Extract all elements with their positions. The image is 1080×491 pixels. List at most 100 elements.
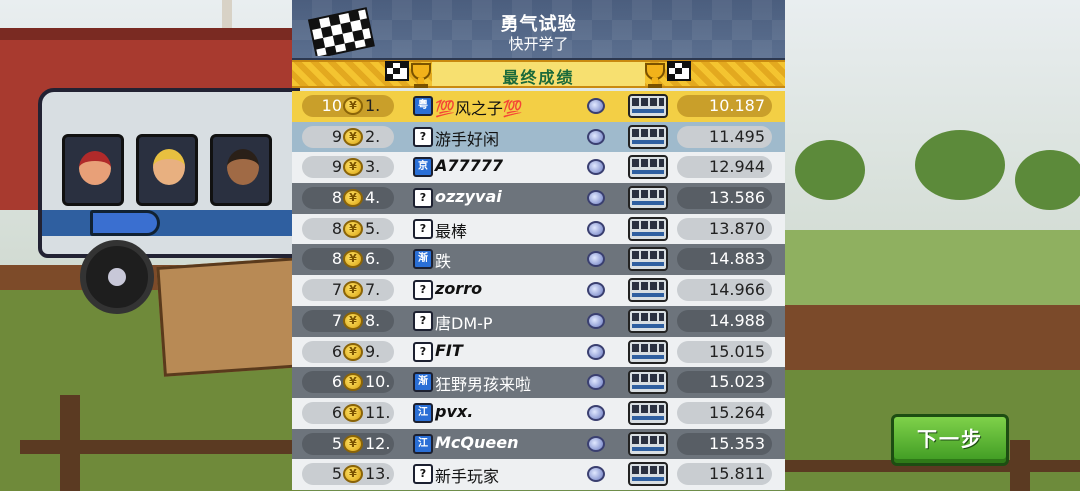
player-name: 跌 <box>435 252 452 272</box>
player-name: 新手玩家 <box>435 467 500 487</box>
bus-vehicle-icon <box>628 247 668 272</box>
gem-icon <box>587 312 605 329</box>
rank-number: 1. <box>365 96 381 115</box>
points-value: 9 <box>331 157 342 177</box>
player-badge-icon: ? <box>413 464 433 485</box>
points-value: 8 <box>331 249 342 269</box>
race-time: 14.883 <box>709 249 765 269</box>
points-value: 10 <box>321 96 342 115</box>
bus-vehicle-icon <box>628 431 668 456</box>
race-time: 15.015 <box>709 341 765 361</box>
result-row[interactable]: 9 ¥ 3. 京 A77777 12.944 <box>292 152 785 184</box>
rank-number: 8. <box>365 310 381 330</box>
bus-vehicle-icon <box>628 94 668 118</box>
points-value: 7 <box>331 310 342 330</box>
result-row[interactable]: 6 ¥ 10. 渐 狂野男孩来啦 15.023 <box>292 367 785 398</box>
points-value: 8 <box>331 188 342 208</box>
dirt-track-right <box>785 305 1080 375</box>
race-time: 12.944 <box>709 157 765 177</box>
gem-icon <box>587 98 605 114</box>
fence-rail <box>20 440 300 454</box>
points-value: 5 <box>331 433 342 453</box>
gem-icon <box>587 282 605 299</box>
player-badge-icon: 江 <box>413 402 433 423</box>
gem-icon <box>587 435 605 452</box>
result-row[interactable]: 8 ¥ 6. 渐 跌 14.883 <box>292 244 785 276</box>
panel-header: 勇气试验 快开学了 <box>292 0 785 60</box>
player-name: 狂野男孩来啦 <box>435 375 532 395</box>
coin-icon: ¥ <box>343 342 363 361</box>
result-row[interactable]: 6 ¥ 11. 江 pvx. 15.264 <box>292 397 785 429</box>
bus-vehicle-icon <box>628 462 668 487</box>
result-row[interactable]: 9 ¥ 2. ? 游手好闲 11.495 <box>292 121 785 153</box>
result-row[interactable]: 8 ¥ 5. ? 最棒 13.870 <box>292 213 785 245</box>
gem-icon <box>587 343 605 360</box>
result-row[interactable]: 7 ¥ 8. ? 唐DM-P 14.988 <box>292 305 785 337</box>
player-badge-icon: ? <box>413 188 433 209</box>
gem-icon <box>587 220 605 237</box>
next-button[interactable]: 下一步 <box>891 414 1009 466</box>
player-bus <box>38 88 300 258</box>
result-row[interactable]: 7 ¥ 7. ? zorro 14.966 <box>292 275 785 306</box>
bus-wheel <box>80 240 154 314</box>
race-time: 15.023 <box>709 372 765 392</box>
player-name: ozzyvai <box>435 187 502 207</box>
points-value: 6 <box>331 402 342 422</box>
cardboard-box <box>156 257 304 377</box>
race-time: 15.353 <box>709 433 765 453</box>
rank-number: 6. <box>365 249 381 269</box>
player-badge-icon: 渐 <box>413 249 433 270</box>
player-name: pvx. <box>435 401 474 421</box>
result-row[interactable]: 8 ¥ 4. ? ozzyvai 13.586 <box>292 183 785 214</box>
bus-window <box>62 134 124 206</box>
player-name: zorro <box>435 279 483 299</box>
bus-window <box>136 134 198 206</box>
rank-number: 7. <box>365 280 381 300</box>
points-value: 7 <box>331 280 342 300</box>
rank-number: 5. <box>365 218 381 238</box>
gem-icon <box>587 251 605 268</box>
player-badge-icon: ? <box>413 218 433 239</box>
player-name: McQueen <box>435 432 519 452</box>
field <box>785 230 1080 310</box>
rank-number: 2. <box>365 126 381 146</box>
bus-vehicle-icon <box>628 186 668 211</box>
rank-number: 9. <box>365 341 381 361</box>
player-name: 唐DM-P <box>435 313 493 333</box>
gem-icon <box>587 404 605 421</box>
player-badge-icon: ? <box>413 126 433 147</box>
bus-vehicle-icon <box>628 308 668 333</box>
player-badge-icon: 江 <box>413 433 433 454</box>
player-badge-icon: ? <box>413 310 433 331</box>
race-time: 10.187 <box>709 96 765 115</box>
results-list: 10 ¥ 1. 粤 💯风之子💯 10.187 9 ¥ 2. ? 游手好闲 11.… <box>292 91 785 490</box>
results-panel: 勇气试验 快开学了 最终成绩 10 ¥ 1. 粤 💯风之子💯 10.187 9 … <box>292 0 785 491</box>
result-row[interactable]: 5 ¥ 12. 江 McQueen 15.353 <box>292 428 785 460</box>
points-value: 6 <box>331 372 342 392</box>
gem-icon <box>587 374 605 391</box>
result-row[interactable]: 5 ¥ 13. ? 新手玩家 15.811 <box>292 459 785 490</box>
rank-number: 13. <box>365 464 391 484</box>
gem-icon <box>587 128 605 145</box>
points-value: 8 <box>331 218 342 238</box>
player-name: FIT <box>435 340 463 360</box>
coin-icon: ¥ <box>343 311 363 330</box>
player-name: A77777 <box>435 156 504 176</box>
result-row[interactable]: 6 ¥ 9. ? FIT 15.015 <box>292 336 785 368</box>
player-name: 💯风之子💯 <box>435 99 523 118</box>
coin-icon: ¥ <box>343 281 363 300</box>
rank-number: 11. <box>365 402 391 422</box>
rank-number: 4. <box>365 188 381 208</box>
bus-vehicle-icon <box>628 370 668 395</box>
player-name: 最棒 <box>435 221 468 241</box>
gem-icon <box>587 466 605 483</box>
bus-vehicle-icon <box>628 400 668 425</box>
coin-icon: ¥ <box>343 403 363 422</box>
player-badge-icon: 粤 <box>413 96 433 116</box>
race-time: 11.495 <box>709 126 765 146</box>
event-subtitle: 快开学了 <box>508 35 569 53</box>
coin-icon: ¥ <box>343 97 363 115</box>
result-row[interactable]: 10 ¥ 1. 粤 💯风之子💯 10.187 <box>292 91 785 122</box>
coin-icon: ¥ <box>343 434 363 453</box>
coin-icon: ¥ <box>343 127 363 146</box>
